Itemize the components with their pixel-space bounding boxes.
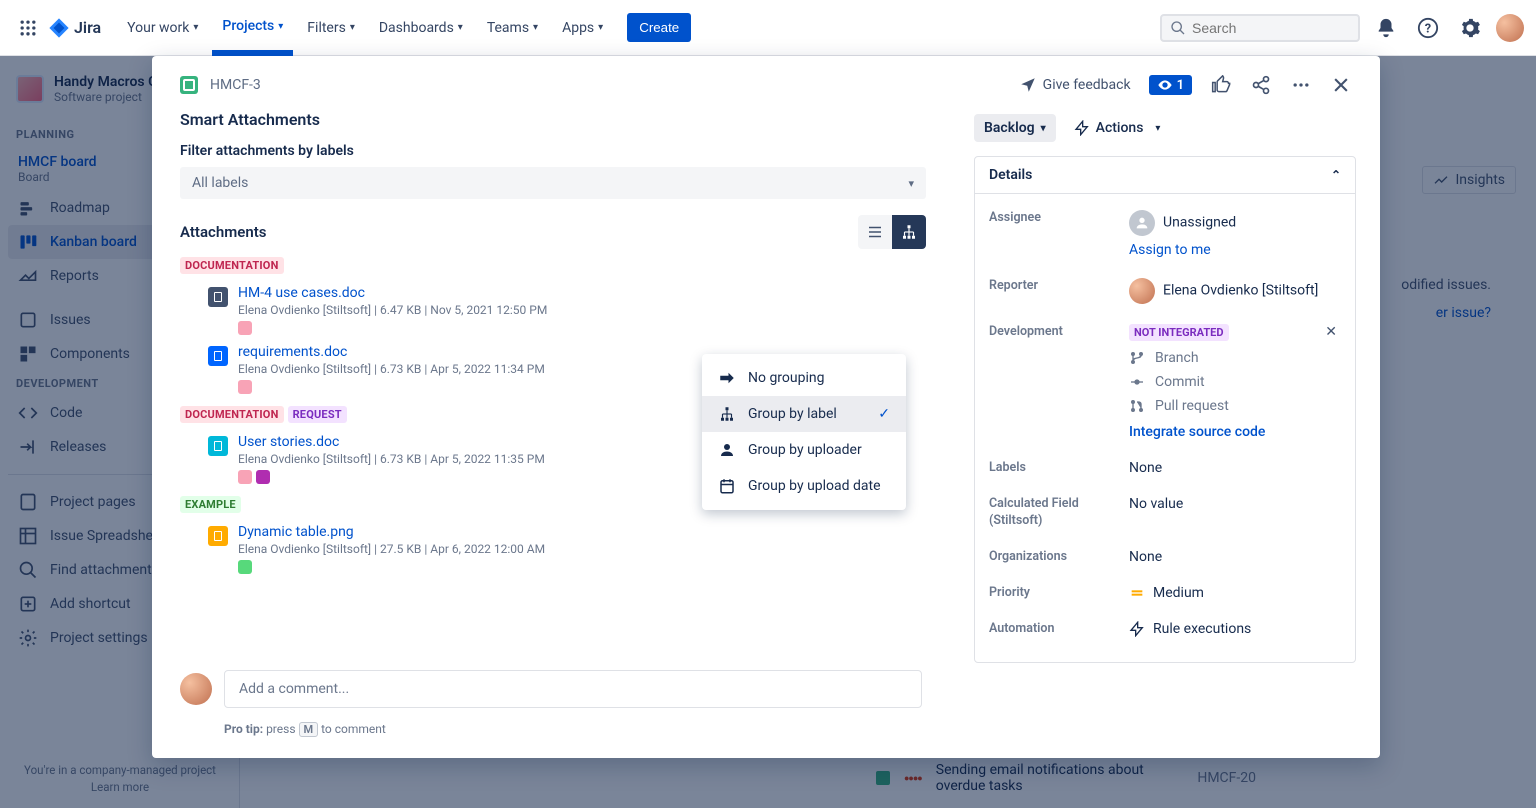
file-type-icon	[208, 287, 228, 307]
assignee-value[interactable]: Unassigned	[1163, 215, 1236, 231]
labels-select[interactable]: All labels ▾	[180, 167, 926, 199]
filter-label: Filter attachments by labels	[180, 143, 926, 159]
product-name: Jira	[74, 18, 101, 37]
create-button[interactable]: Create	[627, 13, 691, 42]
share-icon[interactable]	[1250, 74, 1272, 96]
group-tag: REQUEST	[288, 406, 347, 423]
more-icon[interactable]	[1290, 74, 1312, 96]
file-meta: Elena Ovdienko [Stiltsoft] | 6.73 KB | A…	[238, 362, 545, 376]
group-tag: DOCUMENTATION	[180, 406, 284, 423]
file-type-icon	[208, 436, 228, 456]
priority-value[interactable]: Medium	[1129, 585, 1341, 601]
file-type-icon	[208, 346, 228, 366]
nav-filters[interactable]: Filters▾	[297, 0, 365, 56]
file-meta: Elena Ovdienko [Stiltsoft] | 27.5 KB | A…	[238, 542, 545, 556]
priority-medium-icon	[1129, 585, 1145, 601]
grouping-option[interactable]: Group by uploader	[702, 432, 906, 468]
issue-type-icon	[180, 76, 198, 94]
dev-pull-request[interactable]: Pull request	[1129, 394, 1341, 418]
automation-icon	[1129, 621, 1145, 637]
issue-modal: HMCF-3 Give feedback 1 Smart Attachments…	[152, 56, 1380, 758]
not-integrated-badge: NOT INTEGRATED	[1129, 324, 1229, 341]
file-type-icon	[208, 526, 228, 546]
details-header[interactable]: Details ⌃	[975, 157, 1355, 194]
unassigned-avatar-icon	[1129, 210, 1155, 236]
actions-dropdown[interactable]: Actions▾	[1074, 120, 1161, 136]
attachments-heading: Attachments	[180, 223, 266, 241]
file-name[interactable]: requirements.doc	[238, 344, 545, 360]
comment-input[interactable]: Add a comment...	[224, 670, 922, 708]
watch-count[interactable]: 1	[1149, 75, 1192, 95]
label-swatch	[256, 470, 270, 484]
settings-icon[interactable]	[1454, 12, 1486, 44]
help-icon[interactable]: ?	[1412, 12, 1444, 44]
give-feedback-button[interactable]: Give feedback	[1019, 76, 1131, 94]
svg-text:?: ?	[1425, 21, 1431, 36]
nav-teams[interactable]: Teams▾	[477, 0, 548, 56]
nav-dashboards[interactable]: Dashboards▾	[369, 0, 473, 56]
search-box[interactable]	[1160, 14, 1360, 42]
label-swatch	[238, 560, 252, 574]
label-swatch	[238, 321, 252, 335]
top-nav: Jira Your work▾ Projects▾ Filters▾ Dashb…	[0, 0, 1536, 56]
profile-avatar[interactable]	[1496, 14, 1524, 42]
view-list-button[interactable]	[858, 215, 892, 249]
labels-value[interactable]: None	[1129, 460, 1341, 476]
grouping-menu: No groupingGroup by label✓Group by uploa…	[702, 354, 906, 510]
smart-attachments-title: Smart Attachments	[180, 110, 926, 129]
comment-avatar	[180, 673, 212, 705]
reporter-avatar	[1129, 278, 1155, 304]
app-switcher-icon[interactable]	[12, 12, 44, 44]
assign-to-me-link[interactable]: Assign to me	[1129, 242, 1341, 258]
integrate-source-link[interactable]: Integrate source code	[1129, 424, 1341, 440]
label-swatch	[238, 470, 252, 484]
reporter-value: Elena Ovdienko [Stiltsoft]	[1163, 283, 1318, 299]
dev-branch[interactable]: Branch	[1129, 346, 1341, 370]
nav-apps[interactable]: Apps▾	[552, 0, 613, 56]
file-name[interactable]: Dynamic table.png	[238, 524, 545, 540]
nav-your-work[interactable]: Your work▾	[117, 0, 208, 56]
view-tree-button[interactable]	[892, 215, 926, 249]
file-meta: Elena Ovdienko [Stiltsoft] | 6.47 KB | N…	[238, 303, 547, 317]
label-swatch	[238, 380, 252, 394]
search-input[interactable]	[1192, 20, 1342, 36]
close-icon[interactable]	[1330, 74, 1352, 96]
grouping-option[interactable]: Group by upload date	[702, 468, 906, 504]
group-tag: EXAMPLE	[180, 496, 241, 513]
status-dropdown[interactable]: Backlog▾	[974, 114, 1056, 142]
dev-commit[interactable]: Commit	[1129, 370, 1341, 394]
grouping-option[interactable]: No grouping	[702, 360, 906, 396]
group-tag: DOCUMENTATION	[180, 257, 284, 274]
dismiss-dev-icon[interactable]: ✕	[1325, 324, 1337, 340]
jira-logo[interactable]: Jira	[48, 17, 101, 39]
file-meta: Elena Ovdienko [Stiltsoft] | 6.73 KB | A…	[238, 452, 545, 466]
calc-value: No value	[1129, 496, 1341, 512]
automation-value[interactable]: Rule executions	[1129, 621, 1341, 637]
notifications-icon[interactable]	[1370, 12, 1402, 44]
attachment-item[interactable]: Dynamic table.png Elena Ovdienko [Stiltso…	[180, 519, 926, 578]
file-name[interactable]: HM-4 use cases.doc	[238, 285, 547, 301]
file-name[interactable]: User stories.doc	[238, 434, 545, 450]
pro-tip: Pro tip: press M to comment	[224, 722, 386, 736]
issue-key[interactable]: HMCF-3	[210, 77, 261, 93]
grouping-option[interactable]: Group by label✓	[702, 396, 906, 432]
like-icon[interactable]	[1210, 74, 1232, 96]
nav-projects[interactable]: Projects▾	[212, 0, 293, 56]
attachment-item[interactable]: HM-4 use cases.doc Elena Ovdienko [Stilts…	[180, 280, 926, 339]
org-value[interactable]: None	[1129, 549, 1341, 565]
